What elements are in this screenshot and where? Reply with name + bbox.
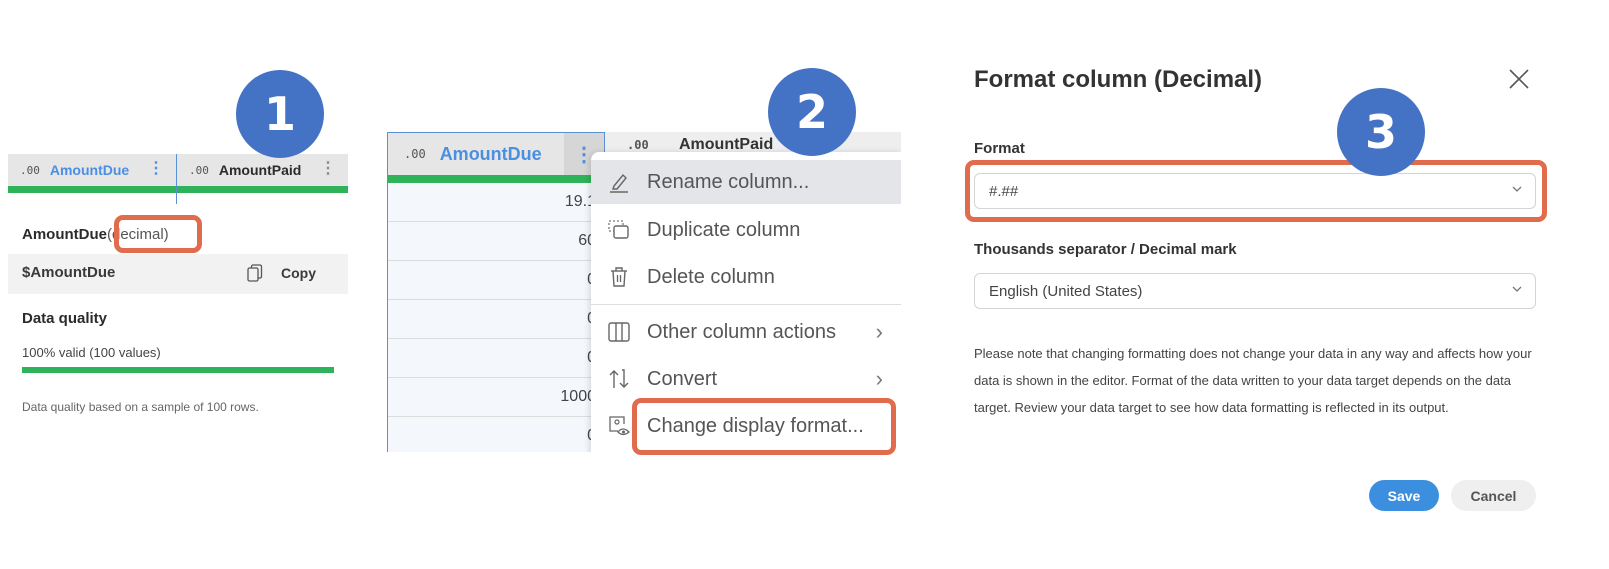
table-cell[interactable]: 0 (388, 417, 604, 452)
data-quality-bar-fill (22, 367, 334, 373)
copy-icon (247, 264, 263, 282)
columns-icon (608, 322, 630, 342)
column-name: AmountDue (49, 162, 130, 178)
locale-value: English (United States) (989, 282, 1143, 300)
column-name: AmountDue (439, 143, 542, 164)
quality-bar (388, 175, 604, 183)
menu-item-rename-column[interactable]: Rename column... (591, 160, 901, 204)
step-badge-3: 3 (1337, 88, 1425, 176)
quality-bar (8, 186, 176, 193)
step-badge-1: 1 (236, 70, 324, 158)
column-menu-icon[interactable]: ⋮ (320, 161, 336, 177)
data-quality-title: Data quality (22, 310, 108, 327)
highlight-column-type (114, 215, 202, 253)
format-label: Format (974, 140, 1025, 157)
table-cell[interactable]: 19.1 (388, 183, 604, 222)
sample-note: Data quality based on a sample of 100 ro… (22, 400, 259, 414)
chevron-down-icon (1512, 286, 1522, 292)
save-button[interactable]: Save (1369, 480, 1439, 511)
table-cell[interactable]: 60 (388, 222, 604, 261)
quality-bar (177, 186, 348, 193)
pencil-icon (610, 173, 628, 193)
display-format-icon (609, 416, 630, 436)
formatting-note: Please note that changing formatting doe… (974, 346, 1532, 415)
chevron-right-icon: › (875, 366, 883, 391)
decimal-type-icon: .00 (627, 138, 649, 152)
menu-item-other-column-actions[interactable]: Other column actions › (591, 310, 901, 354)
dialog-title: Format column (Decimal) (974, 66, 1263, 93)
close-icon[interactable] (1508, 68, 1530, 90)
table-cell[interactable]: 0 (388, 300, 604, 339)
menu-item-label: Delete column (647, 265, 775, 288)
decimal-type-icon: .00 (189, 163, 209, 177)
menu-item-label: Duplicate column (647, 218, 801, 241)
column-header-amountdue[interactable]: .00 AmountDue ⋮ (8, 154, 176, 186)
decimal-type-icon: .00 (20, 163, 40, 177)
column-menu-icon[interactable]: ⋮ (148, 161, 164, 177)
column-variable: $AmountDue (22, 264, 116, 281)
column-name: AmountPaid (218, 162, 302, 178)
data-quality-bar (22, 367, 334, 373)
column-header-amountpaid[interactable]: .00 AmountPaid ⋮ (177, 154, 348, 186)
menu-item-convert[interactable]: Convert › (591, 357, 901, 401)
column-name: AmountDue (22, 226, 107, 243)
copy-button[interactable]: Copy (247, 264, 316, 282)
copy-label: Copy (281, 265, 316, 281)
column-info-panel: .00 AmountDue ⋮ .00 AmountPaid ⋮ AmountD… (8, 154, 348, 444)
convert-icon (609, 369, 629, 388)
menu-item-label: Convert (647, 367, 718, 390)
highlight-change-display-format (632, 398, 896, 455)
menu-divider (591, 304, 901, 305)
decimal-type-icon: .00 (404, 147, 426, 161)
step-badge-2: 2 (768, 68, 856, 156)
table-cell[interactable]: 1000 (388, 378, 604, 417)
table-cell[interactable]: 0 (388, 339, 604, 378)
duplicate-icon (608, 220, 629, 239)
cancel-button[interactable]: Cancel (1451, 480, 1536, 511)
menu-item-label: Other column actions (647, 320, 836, 343)
menu-item-duplicate-column[interactable]: Duplicate column (591, 208, 901, 252)
highlight-format-select (965, 160, 1547, 222)
valid-values-text: 100% valid (100 values) (22, 345, 161, 360)
column-header-amountpaid[interactable]: .00 AmountPaid (605, 132, 901, 154)
trash-icon (611, 267, 627, 287)
variable-row: $AmountDue Copy (8, 254, 348, 294)
menu-item-label: Rename column... (647, 170, 810, 193)
table-cell[interactable]: 0 (388, 261, 604, 300)
locale-select[interactable]: English (United States) (974, 273, 1536, 309)
locale-label: Thousands separator / Decimal mark (974, 241, 1237, 258)
format-column-dialog: Format column (Decimal) Format #.## Thou… (960, 50, 1560, 530)
menu-item-delete-column[interactable]: Delete column (591, 255, 901, 299)
column-amountdue: .00 AmountDue ⋮ 19.1 60 0 0 0 1000 0 (387, 132, 605, 452)
chevron-right-icon: › (875, 319, 883, 344)
